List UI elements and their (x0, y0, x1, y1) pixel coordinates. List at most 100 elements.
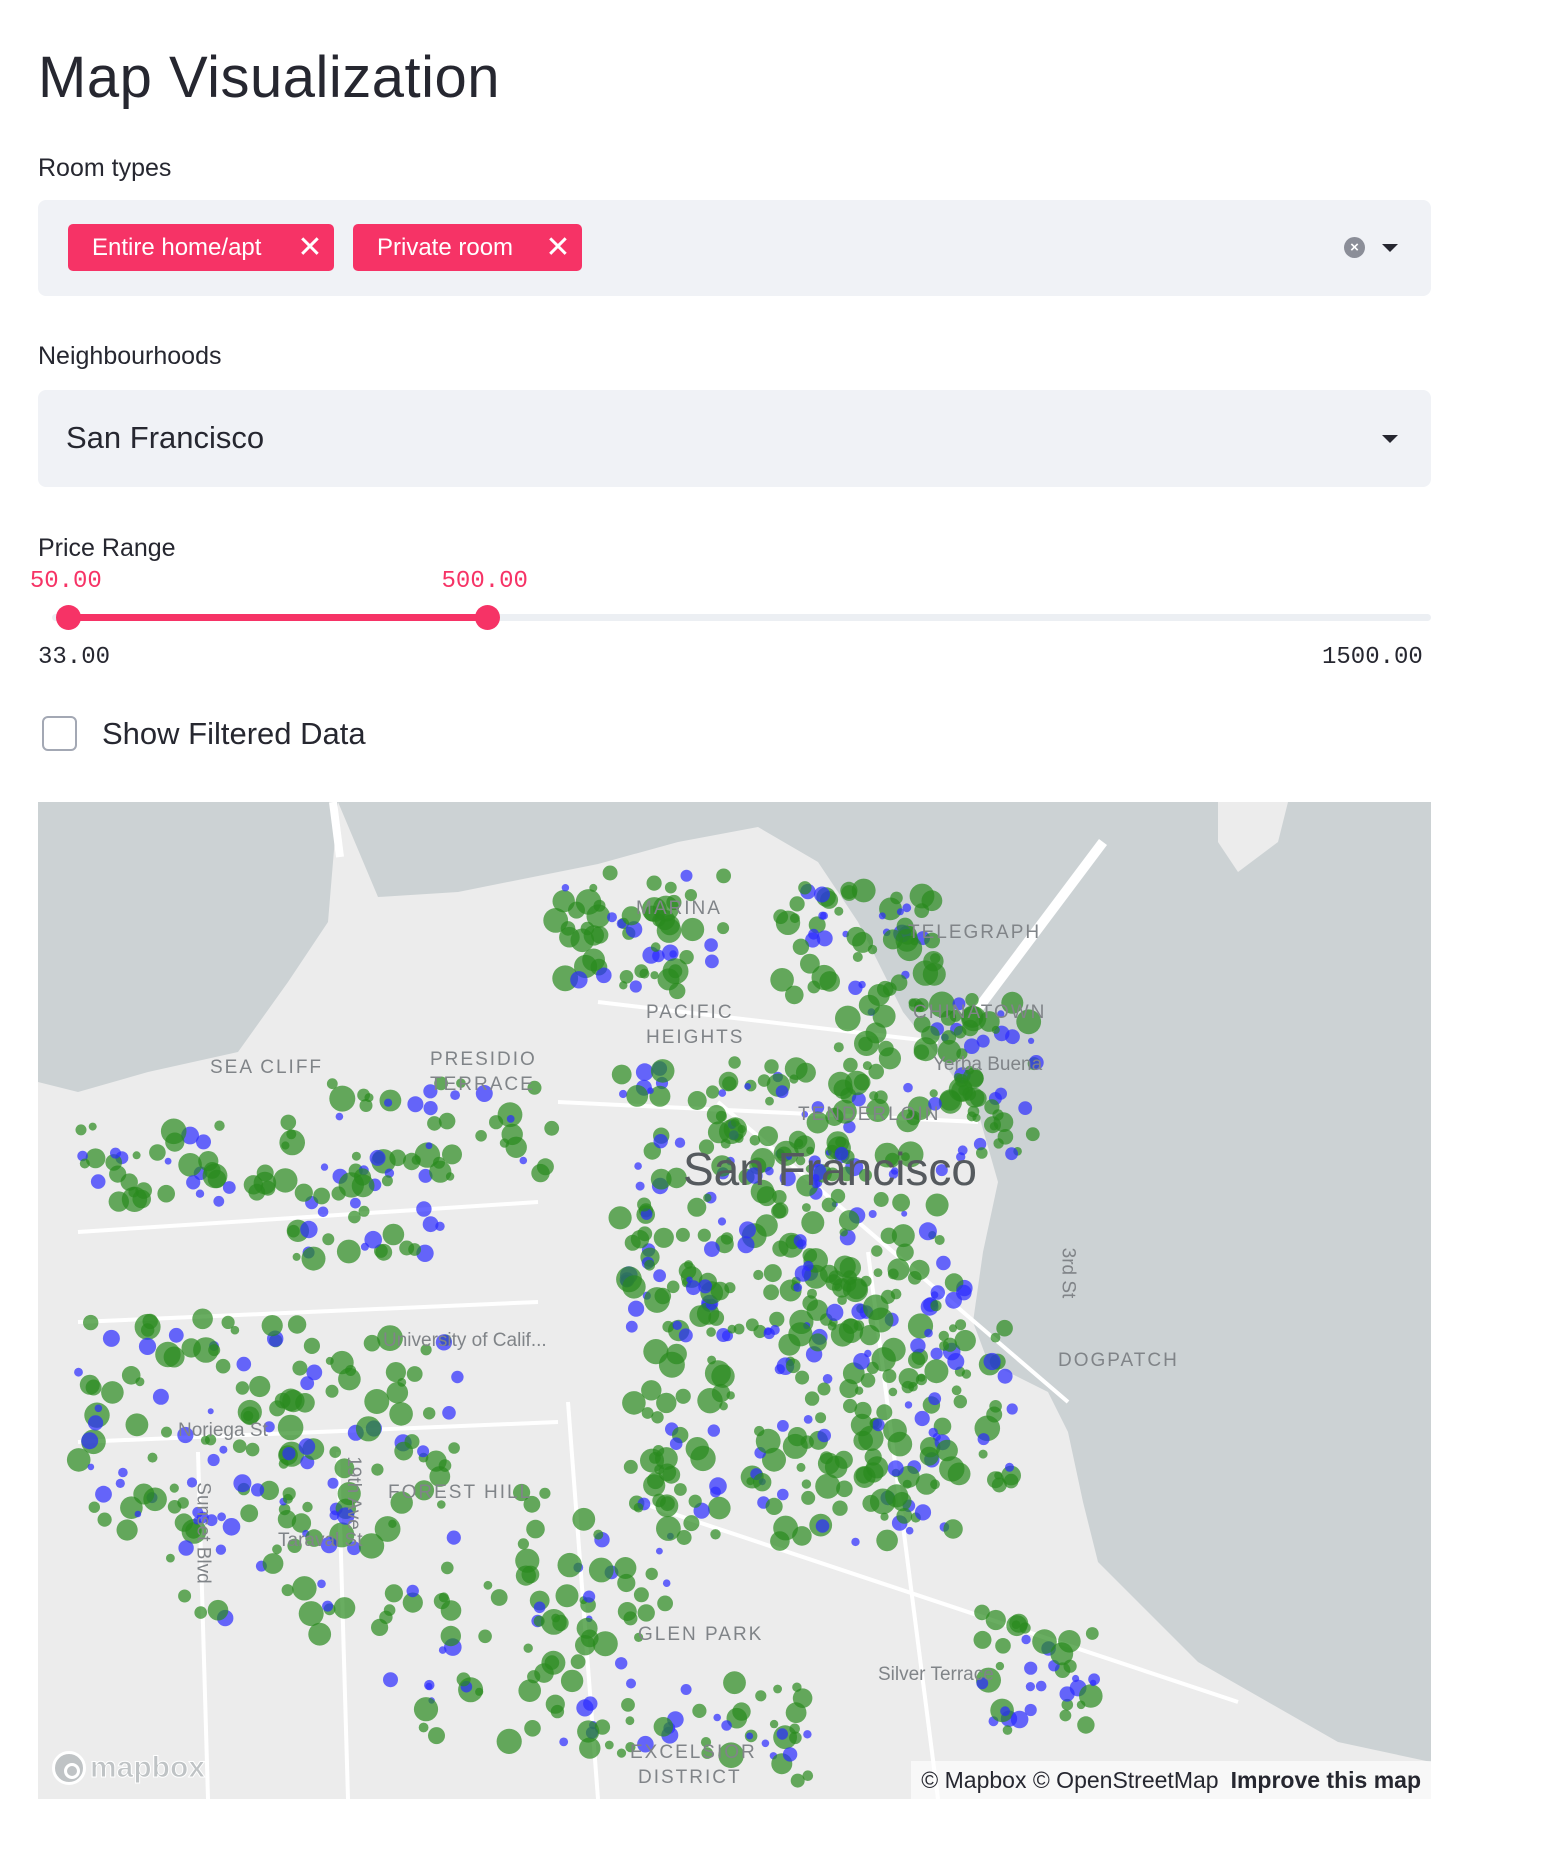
listing-point-private-room (793, 1234, 807, 1248)
listing-point-private-room (634, 1162, 642, 1170)
listing-point-entire-home (588, 1557, 614, 1583)
listing-point-entire-home (518, 1679, 541, 1702)
show-filtered-checkbox[interactable] (42, 716, 77, 751)
map-label: Yerba Buena (933, 1054, 1043, 1075)
listing-point-entire-home (949, 1324, 957, 1333)
listing-point-entire-home (707, 1355, 716, 1365)
listing-point-private-room (776, 1728, 788, 1740)
listing-point-entire-home (560, 1669, 584, 1693)
room-types-multiselect[interactable]: Entire home/apt ✕ Private room ✕ × (38, 200, 1431, 296)
listing-point-entire-home (869, 1091, 879, 1101)
map-attribution: © Mapbox © OpenStreetMap Improve this ma… (911, 1761, 1431, 1799)
listing-point-entire-home (930, 1300, 942, 1312)
listing-point-entire-home (166, 1553, 175, 1563)
listing-point-private-room (94, 1404, 103, 1413)
listing-point-entire-home (876, 1404, 893, 1421)
map-label: MARINA (636, 898, 722, 919)
listing-point-entire-home (555, 1584, 579, 1608)
listing-point-private-room (383, 1672, 398, 1688)
map-view[interactable]: SEA CLIFF PRESIDIO TERRACE PACIFIC HEIGH… (38, 802, 1431, 1799)
listing-point-private-room (438, 1646, 447, 1654)
listing-point-entire-home (575, 1635, 596, 1656)
listing-point-entire-home (819, 1451, 833, 1465)
listing-point-entire-home (852, 952, 863, 962)
chevron-down-icon[interactable] (1382, 435, 1398, 443)
listing-point-entire-home (890, 891, 903, 905)
listing-point-entire-home (385, 1362, 406, 1383)
listing-point-entire-home (517, 1538, 529, 1550)
improve-map-link[interactable]: Improve this map (1231, 1767, 1421, 1794)
chevron-down-icon[interactable] (1382, 244, 1398, 252)
listing-point-entire-home (302, 1501, 313, 1513)
listing-point-private-room (118, 1467, 128, 1478)
remove-tag-icon[interactable]: ✕ (286, 224, 334, 271)
tag-entire-home: Entire home/apt ✕ (68, 224, 334, 271)
listing-point-private-room (423, 1101, 438, 1116)
listing-point-entire-home (66, 1448, 91, 1472)
listing-point-entire-home (292, 1252, 301, 1261)
listing-point-entire-home (280, 1114, 297, 1131)
listing-point-entire-home (650, 1168, 672, 1190)
slider-low-handle[interactable] (55, 605, 81, 630)
listing-point-private-room (435, 1221, 445, 1231)
remove-tag-icon[interactable]: ✕ (534, 224, 582, 271)
listing-point-entire-home (892, 1492, 912, 1512)
map-label: 3rd St (1057, 1247, 1079, 1299)
listing-point-entire-home (1019, 1622, 1031, 1634)
listing-point-private-room (872, 1418, 885, 1432)
listing-point-entire-home (706, 1327, 716, 1337)
listing-point-entire-home (178, 1589, 192, 1603)
listing-point-entire-home (637, 1197, 652, 1212)
listing-point-private-room (233, 1474, 252, 1493)
listing-point-entire-home (167, 1500, 182, 1514)
listing-point-entire-home (221, 1315, 235, 1329)
listing-point-private-room (816, 930, 833, 947)
listing-point-entire-home (815, 1473, 841, 1499)
listing-point-entire-home (973, 1630, 992, 1649)
listing-point-private-room (903, 1082, 913, 1093)
listing-point-entire-home (880, 1512, 889, 1521)
listing-point-private-room (848, 980, 863, 995)
mapbox-logo[interactable]: mapbox (52, 1751, 206, 1785)
listing-point-entire-home (281, 1584, 294, 1597)
clear-all-icon[interactable]: × (1344, 237, 1365, 258)
listing-point-private-room (878, 912, 886, 920)
listing-point-entire-home (953, 1025, 967, 1039)
neighbourhoods-select[interactable]: San Francisco (38, 390, 1431, 487)
listing-point-entire-home (515, 1565, 536, 1586)
listing-point-entire-home (996, 1319, 1013, 1337)
listing-point-entire-home (333, 1597, 356, 1619)
listing-point-entire-home (602, 865, 618, 881)
price-range-label: Price Range (38, 534, 176, 562)
listing-point-private-room (207, 1453, 220, 1467)
map-label: HEIGHTS (646, 1027, 745, 1048)
listing-point-private-room (669, 1437, 683, 1450)
listing-point-private-room (329, 1510, 340, 1521)
show-filtered-label[interactable]: Show Filtered Data (102, 716, 366, 752)
listing-point-entire-home (873, 1268, 883, 1277)
listing-point-entire-home (728, 1056, 741, 1069)
listing-point-entire-home (575, 889, 602, 915)
listing-point-entire-home (763, 1284, 779, 1301)
listing-point-entire-home (859, 1324, 880, 1346)
listing-point-private-room (95, 1485, 112, 1503)
attribution-text[interactable]: © Mapbox © OpenStreetMap (921, 1767, 1218, 1794)
listing-point-entire-home (577, 1720, 600, 1743)
listing-point-entire-home (75, 1124, 87, 1136)
listing-point-entire-home (679, 950, 694, 965)
listing-point-entire-home (929, 1089, 938, 1098)
listing-point-entire-home (898, 1368, 920, 1389)
listing-point-entire-home (621, 1698, 635, 1712)
listing-point-entire-home (604, 1740, 614, 1750)
listing-point-private-room (822, 1374, 833, 1384)
listing-point-entire-home (497, 1102, 523, 1128)
tag-label[interactable]: Private room (377, 234, 513, 262)
listing-point-private-room (1005, 1462, 1014, 1472)
listing-point-private-room (87, 1463, 95, 1471)
listing-point-entire-home (438, 1592, 449, 1603)
listing-point-entire-home (208, 1344, 221, 1357)
listing-point-private-room (669, 950, 677, 958)
listing-point-entire-home (683, 1515, 700, 1532)
listing-point-entire-home (614, 1557, 637, 1579)
slider-high-handle[interactable] (474, 605, 500, 630)
